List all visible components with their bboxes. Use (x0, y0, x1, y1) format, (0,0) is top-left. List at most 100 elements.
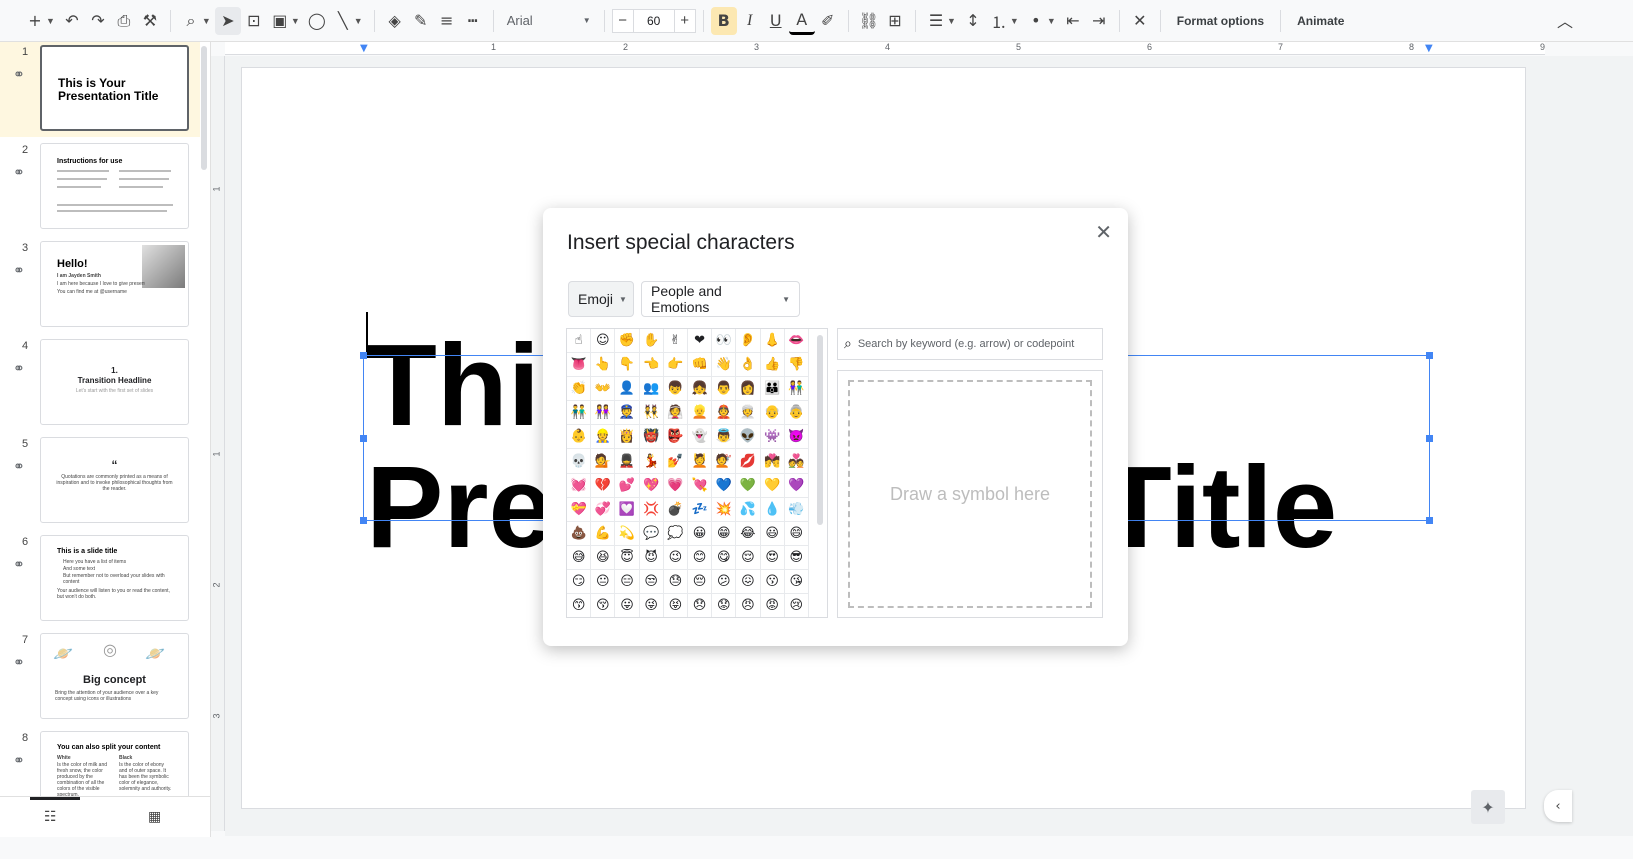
emoji-cell[interactable]: 💪 (591, 521, 616, 546)
emoji-cell[interactable]: 👶 (567, 425, 592, 450)
emoji-cell[interactable]: 👲 (712, 401, 737, 426)
emoji-cell[interactable]: 👤 (615, 377, 640, 402)
animate-button[interactable]: Animate (1288, 14, 1353, 28)
select-cursor-icon[interactable]: ➤ (214, 6, 241, 35)
undo-icon[interactable]: ↶ (59, 7, 85, 35)
emoji-cell[interactable]: 😀 (687, 521, 713, 546)
shape-icon[interactable]: ◯ (304, 7, 330, 35)
emoji-cell[interactable]: 👽 (736, 425, 761, 450)
emoji-cell[interactable]: 💤 (687, 497, 713, 522)
emoji-cell[interactable]: 👂 (736, 329, 761, 354)
emoji-cell[interactable]: 👸 (615, 425, 640, 450)
right-indent-marker-icon[interactable]: ▼ (1425, 43, 1433, 54)
emoji-cell[interactable]: 😊 (687, 545, 713, 570)
font-size-input[interactable]: 60 (633, 8, 674, 33)
emoji-cell[interactable]: 😃 (760, 521, 785, 546)
emoji-cell[interactable]: 👥 (639, 377, 664, 402)
new-slide-caret-icon[interactable]: ▼ (46, 16, 55, 26)
resize-handle[interactable] (360, 352, 367, 359)
emoji-cell[interactable]: 👨 (712, 377, 737, 402)
vertical-ruler[interactable]: 1 1 2 3 (211, 56, 225, 831)
emoji-cell[interactable]: 😓 (663, 569, 688, 595)
emoji-cell[interactable]: 😁 (712, 521, 737, 546)
print-icon[interactable]: ⎙ (111, 7, 137, 35)
numbered-list-caret-icon[interactable]: ▼ (1010, 16, 1019, 26)
emoji-cell[interactable]: 💇 (712, 449, 737, 474)
emoji-cell[interactable]: 👈 (639, 353, 664, 378)
emoji-cell[interactable]: 💑 (784, 449, 809, 474)
emoji-cell[interactable]: 👬 (567, 401, 592, 426)
emoji-cell[interactable]: 💞 (591, 497, 616, 522)
indent-marker-icon[interactable]: ▼ (360, 43, 368, 54)
emoji-cell[interactable]: 💥 (712, 497, 737, 522)
emoji-cell[interactable]: 👹 (639, 425, 664, 450)
format-options-button[interactable]: Format options (1168, 14, 1273, 28)
emoji-cell[interactable]: 💫 (615, 521, 640, 546)
text-box-icon[interactable]: ⊡ (241, 7, 267, 35)
emoji-cell[interactable]: 😒 (639, 569, 664, 595)
emoji-cell[interactable]: 😇 (615, 545, 640, 570)
text-color-icon[interactable]: A (788, 7, 815, 35)
fill-color-icon[interactable]: ◈ (382, 7, 408, 35)
close-icon[interactable]: ✕ (1095, 220, 1112, 244)
resize-handle[interactable] (360, 517, 367, 524)
emoji-cell[interactable]: 😈 (639, 545, 664, 570)
numbered-list-icon[interactable]: ⒈ (986, 7, 1012, 35)
increase-font-size-button[interactable]: + (673, 8, 696, 33)
emoji-cell[interactable]: 💃 (639, 449, 664, 474)
emoji-cell[interactable]: 👾 (760, 425, 785, 450)
bulleted-list-icon[interactable]: • (1023, 7, 1049, 35)
emoji-cell[interactable]: 👯 (639, 401, 664, 426)
decrease-indent-icon[interactable]: ⇤ (1060, 7, 1086, 35)
decrease-font-size-button[interactable]: − (611, 8, 634, 33)
emoji-cell[interactable]: 💂 (615, 449, 640, 474)
emoji-cell[interactable]: 💣 (663, 497, 688, 522)
emoji-cell[interactable]: 💚 (736, 473, 761, 498)
subcategory-select[interactable]: People and Emotions ▼ (641, 281, 800, 317)
emoji-cell[interactable]: 👆 (591, 353, 616, 378)
link-icon[interactable]: ⛓ (856, 7, 882, 35)
emoji-cell[interactable]: 😑 (615, 569, 640, 595)
slide-thumbnail-3[interactable]: 3 ⚭ Hello! I am Jayden Smith I am here b… (0, 238, 200, 333)
emoji-cell[interactable]: 👭 (591, 401, 616, 426)
highlight-icon[interactable]: ✐ (815, 7, 841, 35)
clear-formatting-icon[interactable]: ✕ (1127, 7, 1153, 35)
resize-handle[interactable] (1426, 352, 1433, 359)
emoji-cell[interactable]: 💀 (567, 449, 592, 474)
draw-area[interactable]: Draw a symbol here (837, 370, 1103, 618)
emoji-cell[interactable]: 😌 (736, 545, 761, 570)
emoji-cell[interactable]: 😜 (640, 594, 664, 617)
emoji-cell[interactable]: 😎 (784, 545, 809, 570)
underline-icon[interactable]: U (763, 7, 789, 35)
emoji-cell[interactable]: 💢 (639, 497, 664, 522)
line-icon[interactable]: ╲ (330, 7, 356, 35)
emoji-cell[interactable]: 👍 (760, 353, 785, 378)
emoji-cell[interactable]: 💩 (567, 521, 592, 546)
slide-thumbnail-5[interactable]: 5 ⚭ “ Quotations are commonly printed as… (0, 434, 200, 529)
emoji-cell[interactable]: 😏 (567, 569, 592, 595)
emoji-cell[interactable]: 👳 (736, 401, 761, 426)
emoji-cell[interactable]: 😛 (615, 594, 640, 617)
emoji-cell[interactable]: 👄 (784, 329, 809, 354)
chevron-left-icon[interactable]: ‹ (1544, 790, 1572, 822)
emoji-cell[interactable]: 👇 (615, 353, 640, 378)
collapse-toolbar-icon[interactable]: ︿ (1557, 8, 1573, 32)
emoji-cell[interactable]: 💗 (663, 473, 688, 498)
emoji-cell[interactable]: 😠 (736, 594, 761, 617)
emoji-cell[interactable]: 💜 (784, 473, 809, 498)
emoji-cell[interactable]: 💭 (663, 521, 688, 546)
horizontal-ruler[interactable]: 1 2 3 4 5 6 7 8 9 ▼ ▼ (225, 42, 1545, 55)
emoji-cell[interactable]: 👼 (712, 425, 737, 450)
emoji-cell[interactable]: 😗 (760, 569, 785, 595)
filmstrip-scrollbar[interactable] (201, 46, 207, 170)
slide-thumbnail-7[interactable]: 7 ⚭ 🪐 ◎ 🪐 Big concept Bring the attentio… (0, 630, 200, 725)
emoji-cell[interactable]: 💛 (760, 473, 785, 498)
image-icon[interactable]: ▣ (267, 7, 293, 35)
emoji-cell[interactable]: 👩 (736, 377, 761, 402)
emoji-cell[interactable]: 😕 (712, 569, 737, 595)
emoji-cell[interactable]: 😄 (784, 521, 809, 546)
slide-thumbnail-1[interactable]: 1 ⚭ This is Your Presentation Title (0, 42, 200, 137)
emoji-cell[interactable]: 😂 (736, 521, 761, 546)
line-spacing-icon[interactable]: ↕ (960, 7, 986, 35)
comment-icon[interactable]: ⊞ (882, 7, 908, 35)
